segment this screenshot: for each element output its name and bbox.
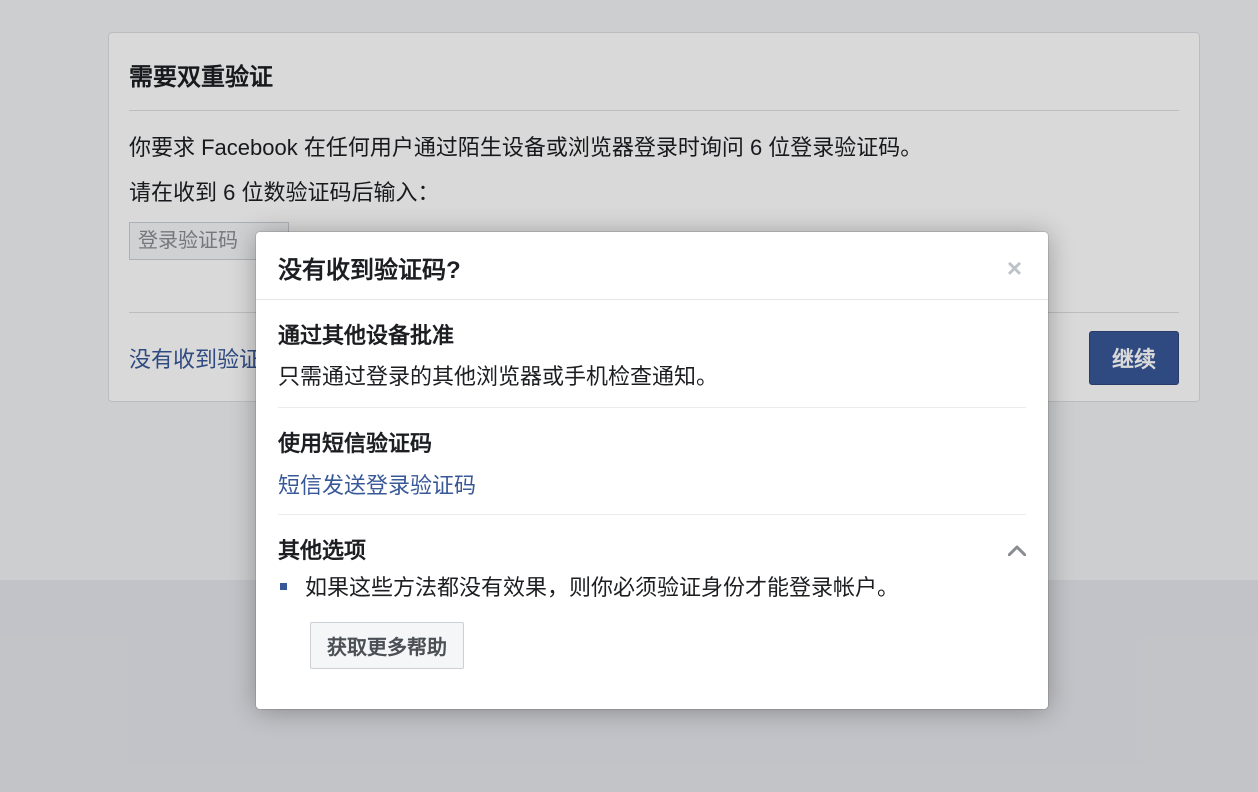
modal-header: 没有收到验证码? × [256, 232, 1048, 300]
modal-body: 通过其他设备批准 只需通过登录的其他浏览器或手机检查通知。 使用短信验证码 短信… [256, 300, 1048, 709]
section-other-options: 其他选项 如果这些方法都没有效果，则你必须验证身份才能登录帐户。 获取更多帮助 [278, 515, 1026, 683]
other-options-bullet: 如果这些方法都没有效果，则你必须验证身份才能登录帐户。 [278, 571, 1026, 604]
section-approve-other-device: 通过其他设备批准 只需通过登录的其他浏览器或手机检查通知。 [278, 300, 1026, 408]
bullet-icon [280, 583, 287, 590]
other-options-text: 如果这些方法都没有效果，则你必须验证身份才能登录帐户。 [305, 571, 899, 604]
section-sms-title: 使用短信验证码 [278, 426, 1026, 458]
close-icon[interactable]: × [1003, 251, 1026, 285]
section-other-header[interactable]: 其他选项 [278, 533, 1026, 565]
get-more-help-button[interactable]: 获取更多帮助 [310, 622, 464, 669]
modal-title: 没有收到验证码? [278, 250, 461, 285]
section-approve-text: 只需通过登录的其他浏览器或手机检查通知。 [278, 360, 1026, 393]
no-code-modal: 没有收到验证码? × 通过其他设备批准 只需通过登录的其他浏览器或手机检查通知。… [256, 232, 1048, 709]
chevron-up-icon [1008, 536, 1026, 562]
send-sms-code-link[interactable]: 短信发送登录验证码 [278, 473, 476, 498]
section-sms-code: 使用短信验证码 短信发送登录验证码 [278, 408, 1026, 515]
section-approve-title: 通过其他设备批准 [278, 318, 1026, 350]
section-other-title: 其他选项 [278, 533, 366, 565]
